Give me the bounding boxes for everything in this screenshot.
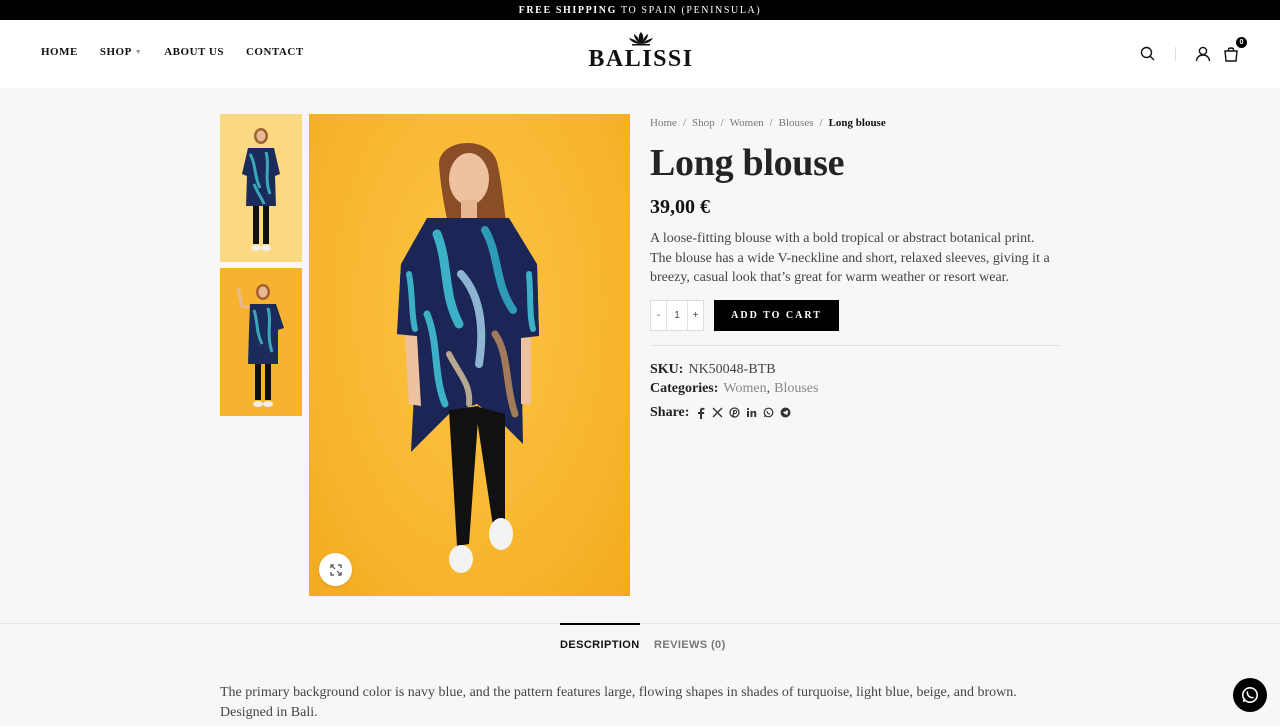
breadcrumb: Home / Shop / Women / Blouses / Long blo… xyxy=(650,114,1062,132)
share-row: Share: xyxy=(650,405,1062,421)
breadcrumb-current: Long blouse xyxy=(828,117,886,129)
main-product-image[interactable] xyxy=(309,114,630,596)
announcement-bar: Free shipping to Spain (Peninsula) xyxy=(0,0,1280,20)
announcement-bold: Free shipping xyxy=(518,4,617,16)
facebook-icon[interactable] xyxy=(694,406,707,419)
product-title: Long blouse xyxy=(650,142,845,184)
breadcrumb-women[interactable]: Women xyxy=(730,117,764,129)
category-separator: , xyxy=(766,380,771,396)
category-link-women[interactable]: Women xyxy=(723,379,766,398)
nav-contact-label: Contact xyxy=(245,46,304,58)
header-actions: 0 xyxy=(1139,37,1247,63)
cart-icon[interactable]: 0 xyxy=(1222,37,1247,63)
nav-contact[interactable]: Contact xyxy=(246,46,304,58)
quantity-increase-button[interactable]: + xyxy=(688,301,703,330)
product-long-description: The primary background color is navy blu… xyxy=(220,685,1017,720)
linkedin-icon[interactable] xyxy=(745,406,758,419)
sku-value: NK50048-BTB xyxy=(688,361,776,377)
product-price: 39,00 € xyxy=(650,196,710,218)
breadcrumb-separator: / xyxy=(682,117,686,129)
nav-home[interactable]: Home xyxy=(41,46,78,58)
breadcrumb-separator: / xyxy=(720,117,724,129)
breadcrumb-blouses[interactable]: Blouses xyxy=(779,117,814,129)
whatsapp-icon xyxy=(1242,687,1258,703)
quantity-stepper: - 1 + xyxy=(650,299,704,331)
tab-reviews[interactable]: Reviews (0) xyxy=(654,623,726,663)
product-summary: Home / Shop / Women / Blouses / Long blo… xyxy=(650,114,1062,421)
main-nav: Home Shop ▼ About us Contact xyxy=(41,46,304,58)
categories-row: Categories: Women , Blouses xyxy=(650,379,1062,398)
user-icon[interactable] xyxy=(1194,45,1212,63)
telegram-icon[interactable] xyxy=(779,406,792,419)
gallery-thumbnail-1[interactable] xyxy=(220,114,302,262)
quantity-decrease-button[interactable]: - xyxy=(651,301,666,330)
nav-about-label: About us xyxy=(164,46,224,58)
announcement-text: to Spain (Peninsula) xyxy=(620,4,762,16)
breadcrumb-shop[interactable]: Shop xyxy=(692,117,715,129)
site-logo[interactable]: BALISSI xyxy=(586,31,696,75)
x-icon[interactable] xyxy=(711,406,724,419)
whatsapp-icon[interactable] xyxy=(762,406,775,419)
tabs-divider xyxy=(0,623,1280,624)
nav-shop[interactable]: Shop ▼ xyxy=(100,46,142,58)
categories-label: Categories: xyxy=(650,380,719,396)
nav-about[interactable]: About us xyxy=(164,46,224,58)
product-short-description: A loose-fitting blouse with a bold tropi… xyxy=(650,231,1050,285)
search-icon[interactable] xyxy=(1139,45,1157,63)
cart-count-badge: 0 xyxy=(1236,37,1247,48)
quantity-input[interactable]: 1 xyxy=(666,300,688,330)
header-divider xyxy=(1175,47,1176,61)
pinterest-icon[interactable] xyxy=(728,406,741,419)
category-link-blouses[interactable]: Blouses xyxy=(774,379,818,398)
site-header: Home Shop ▼ About us Contact BALISSI 0 xyxy=(0,20,1280,88)
share-label: Share: xyxy=(650,404,690,420)
breadcrumb-separator: / xyxy=(819,117,823,129)
chevron-down-icon: ▼ xyxy=(134,48,143,56)
logo-text: BALISSI xyxy=(588,46,694,72)
zoom-image-button[interactable] xyxy=(319,553,352,586)
gallery-thumbnail-2[interactable] xyxy=(220,268,302,416)
breadcrumb-home[interactable]: Home xyxy=(650,117,677,129)
breadcrumb-separator: / xyxy=(769,117,773,129)
add-to-cart-form: - 1 + Add to cart xyxy=(650,299,1062,331)
nav-home-label: Home xyxy=(41,46,78,58)
sku-label: SKU: xyxy=(650,361,684,377)
lotus-logo-icon xyxy=(629,32,653,46)
whatsapp-chat-button[interactable] xyxy=(1233,678,1267,712)
product-photo xyxy=(397,143,539,573)
product-meta: SKU: NK50048-BTB Categories: Women , Blo… xyxy=(650,360,1062,398)
tab-description[interactable]: Description xyxy=(560,623,640,663)
summary-divider xyxy=(650,344,1060,346)
sku-row: SKU: NK50048-BTB xyxy=(650,360,1062,379)
add-to-cart-button[interactable]: Add to cart xyxy=(714,299,839,331)
expand-icon xyxy=(329,563,342,576)
nav-shop-label: Shop xyxy=(99,46,132,58)
